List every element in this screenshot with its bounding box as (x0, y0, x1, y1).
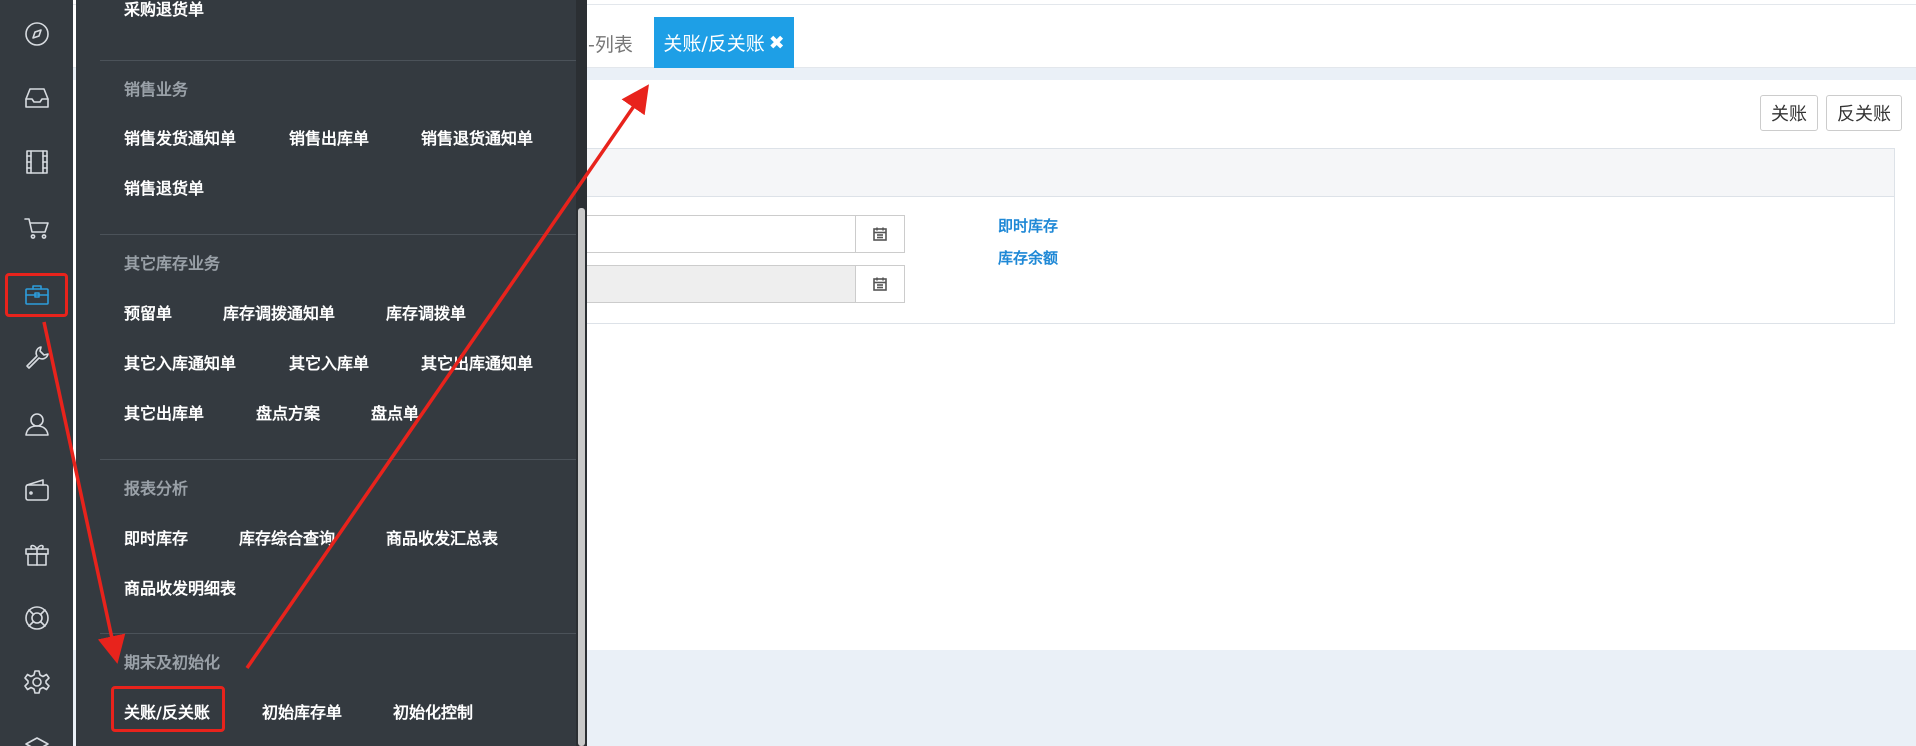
nav-gift[interactable] (0, 526, 73, 582)
menu-item-other-outbound-notice[interactable]: 其它出库通知单 (421, 350, 533, 374)
gear-icon (23, 670, 50, 694)
menu-divider (100, 60, 576, 61)
compass-icon (24, 22, 49, 46)
menu-item-realtime-stock[interactable]: 即时库存 (124, 525, 188, 549)
icon-rail (0, 0, 73, 746)
nav-cart[interactable] (0, 200, 73, 256)
menu-item-other-inbound[interactable]: 其它入库单 (289, 350, 369, 374)
menu-divider (100, 234, 576, 235)
menu-item-sales-return[interactable]: 销售退货单 (124, 175, 204, 199)
menu-item-other-inbound-notice[interactable]: 其它入库通知单 (124, 350, 236, 374)
wallet-icon (24, 479, 49, 501)
menu-item-stocktake-plan[interactable]: 盘点方案 (256, 400, 320, 424)
menu-item-init-control[interactable]: 初始化控制 (393, 699, 473, 723)
annotation-highlight-menu-item (111, 686, 225, 732)
gift-icon (24, 544, 49, 566)
close-account-button[interactable]: 关账 (1760, 95, 1818, 131)
calendar-button-2[interactable] (855, 265, 905, 303)
menu-item-sales-delivery-notice[interactable]: 销售发货通知单 (124, 125, 236, 149)
calendar-button-1[interactable] (855, 215, 905, 253)
section-title-period-end: 期末及初始化 (124, 653, 221, 672)
section-title-reports: 报表分析 (124, 479, 189, 498)
calendar-icon (873, 277, 887, 291)
section-title-other-inventory: 其它库存业务 (124, 254, 221, 273)
menu-item-stocktake[interactable]: 盘点单 (371, 400, 419, 424)
link-realtime-stock[interactable]: 即时库存 (998, 215, 1058, 236)
film-icon (25, 150, 48, 174)
menu-item-stock-query[interactable]: 库存综合查询 (239, 525, 335, 549)
cart-icon (23, 218, 49, 239)
section-title-sales: 销售业务 (124, 80, 189, 99)
menu-item-purchase-return[interactable]: 采购退货单 (124, 0, 204, 20)
menu-item-sales-return-notice[interactable]: 销售退货通知单 (421, 125, 533, 149)
nav-compass[interactable] (0, 6, 73, 62)
nav-inbox[interactable] (0, 70, 73, 126)
reverse-close-account-button[interactable]: 反关账 (1826, 95, 1902, 131)
menu-divider (100, 633, 576, 634)
lifebuoy-icon (24, 606, 49, 630)
menu-item-transfer[interactable]: 库存调拨单 (386, 300, 466, 324)
menu-item-initial-stock[interactable]: 初始库存单 (262, 699, 342, 723)
menu-item-other-outbound[interactable]: 其它出库单 (124, 400, 204, 424)
user-icon (24, 413, 49, 436)
menu-divider (100, 459, 576, 460)
nav-film[interactable] (0, 134, 73, 190)
link-stock-balance[interactable]: 库存余额 (998, 247, 1058, 268)
tab-list[interactable]: -列表 (588, 30, 633, 57)
panel-header (561, 149, 1894, 197)
menu-scrollbar-thumb[interactable] (578, 208, 585, 746)
menu-item-goods-summary[interactable]: 商品收发汇总表 (386, 525, 498, 549)
nav-help[interactable] (0, 590, 73, 646)
nav-wallet[interactable] (0, 462, 73, 518)
tab-close-account[interactable]: 关账/反关账 ✖ (654, 17, 794, 68)
close-date-input[interactable] (560, 215, 855, 253)
menu-item-transfer-notice[interactable]: 库存调拨通知单 (223, 300, 335, 324)
nav-settings[interactable] (0, 654, 73, 710)
layers-icon (24, 737, 49, 746)
annotation-highlight-rail (5, 273, 68, 317)
menu-item-reservation[interactable]: 预留单 (124, 300, 172, 324)
wrench-icon (25, 346, 49, 369)
nav-tools[interactable] (0, 330, 73, 386)
menu-item-goods-detail[interactable]: 商品收发明细表 (124, 575, 236, 599)
tab-close-account-label: 关账/反关账 (663, 33, 765, 55)
inbox-icon (24, 88, 49, 108)
close-tab-icon[interactable]: ✖ (769, 32, 785, 54)
calendar-icon (873, 227, 887, 241)
menu-item-sales-outbound[interactable]: 销售出库单 (289, 125, 369, 149)
nav-user[interactable] (0, 396, 73, 452)
last-close-date-input (560, 265, 855, 303)
nav-layers[interactable] (0, 720, 73, 746)
